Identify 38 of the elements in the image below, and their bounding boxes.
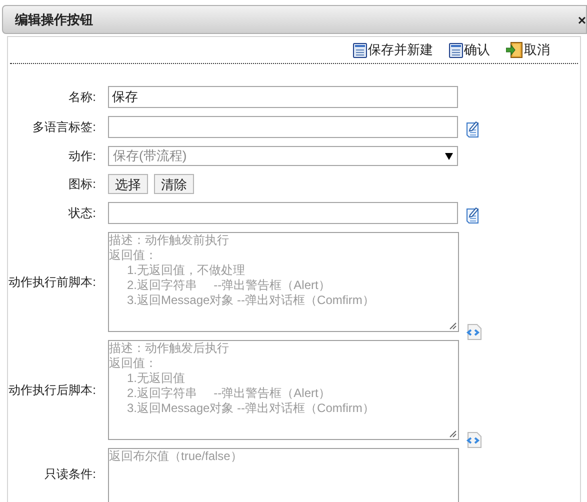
placeholder-text: 返回值：: [109, 356, 157, 371]
text-field[interactable]: [108, 202, 458, 224]
placeholder-text: 3.返回Message对象 --弹出对话框（Comfirm）: [127, 293, 374, 308]
save-button[interactable]: 确认: [449, 41, 490, 59]
field-label: 名称:: [68, 89, 97, 106]
notepad-pencil-icon[interactable]: [466, 121, 480, 138]
field-label: 只读条件:: [44, 466, 97, 483]
text-field[interactable]: 保存: [108, 86, 458, 108]
field-label: 动作执行前脚本:: [8, 274, 97, 291]
close-button[interactable]: ×: [578, 12, 586, 26]
placeholder-text: 描述：动作触发前执行: [109, 233, 229, 248]
field-label: 动作执行后脚本:: [8, 382, 97, 399]
icon-action-button[interactable]: 选择: [108, 174, 148, 194]
placeholder-text: 3.返回Message对象 --弹出对话框（Comfirm）: [127, 401, 374, 416]
field-label: 动作:: [68, 148, 97, 165]
field-label: 图标:: [68, 176, 97, 193]
placeholder-text: 返回值：: [109, 248, 157, 263]
text-field[interactable]: [108, 116, 458, 138]
field-label: 多语言标签:: [32, 119, 97, 136]
resize-grip-icon[interactable]: [449, 430, 457, 438]
door-arrow-icon: [506, 42, 523, 58]
icon-action-button[interactable]: 清除: [154, 174, 194, 194]
cancel-button[interactable]: 取消: [506, 41, 550, 59]
save-button[interactable]: 保存并新建: [353, 41, 433, 59]
placeholder-text: 描述：动作触发后执行: [109, 341, 229, 356]
resize-grip-icon[interactable]: [449, 322, 457, 330]
placeholder-text: 返回布尔值（true/false）: [109, 449, 242, 464]
placeholder-text: 2.返回字符串 --弹出警告框（Alert）: [127, 386, 330, 401]
placeholder-text: 1.无返回值，不做处理: [127, 263, 246, 278]
code-file-icon[interactable]: [466, 324, 482, 340]
dropdown-arrow-icon: [445, 152, 453, 160]
placeholder-text: 1.无返回值: [127, 371, 186, 386]
placeholder-text: 2.返回字符串 --弹出警告框（Alert）: [127, 278, 330, 293]
dropdown[interactable]: 保存(带流程): [108, 146, 458, 166]
notepad-pencil-icon[interactable]: [466, 207, 480, 224]
dialog-title: 编辑操作按钮: [14, 10, 93, 29]
code-file-icon[interactable]: [466, 432, 482, 448]
field-label: 状态:: [68, 205, 97, 222]
